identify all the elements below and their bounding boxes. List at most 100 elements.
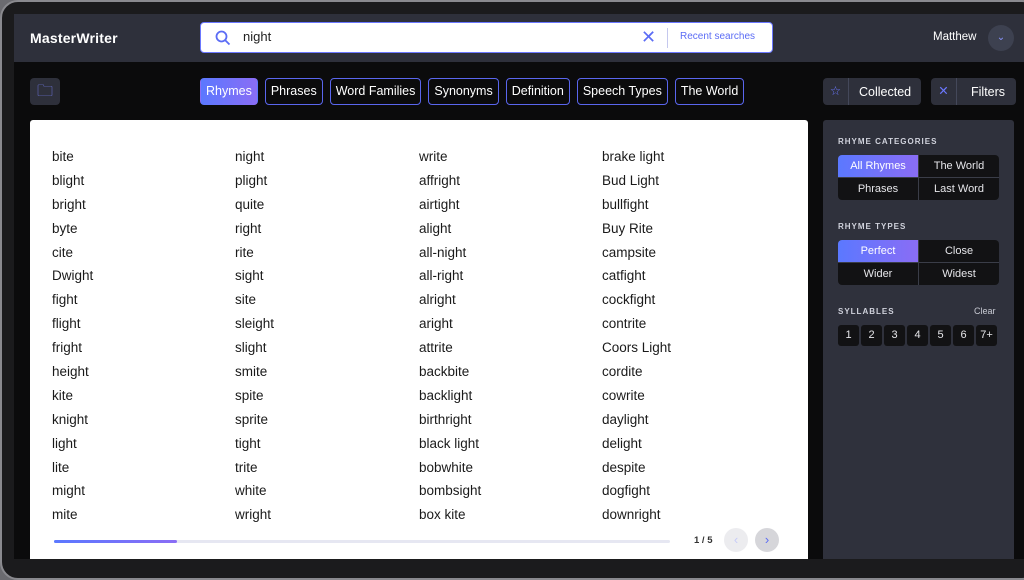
rhyme-word[interactable]: catfight (602, 267, 671, 291)
rhyme-word[interactable]: kite (52, 387, 93, 411)
clear-search-icon[interactable]: ✕ (641, 27, 656, 48)
rhyme-word[interactable]: delight (602, 435, 671, 459)
rhyme-word[interactable]: dogfight (602, 482, 671, 506)
next-page-button[interactable]: › (755, 528, 779, 552)
rhyme-word[interactable]: bite (52, 148, 93, 172)
rhyme-word[interactable]: quite (235, 196, 274, 220)
rhyme-word[interactable]: cockfight (602, 291, 671, 315)
rhyme-word[interactable]: contrite (602, 315, 671, 339)
rhyme-word[interactable]: backbite (419, 363, 481, 387)
chevron-down-icon[interactable]: ⌄ (988, 25, 1014, 51)
filters-button[interactable]: ✕ Filters (931, 78, 1017, 105)
syllable-5[interactable]: 5 (930, 325, 951, 346)
rhyme-word[interactable]: Buy Rite (602, 220, 671, 244)
rhyme-word[interactable]: Bud Light (602, 172, 671, 196)
rhyme-word[interactable]: bobwhite (419, 459, 481, 483)
rhyme-word[interactable]: box kite (419, 506, 481, 530)
rhyme-word[interactable]: downright (602, 506, 671, 530)
rhyme-word[interactable]: bullfight (602, 196, 671, 220)
rhyme-word[interactable]: tight (235, 435, 274, 459)
rhyme-word[interactable]: height (52, 363, 93, 387)
syllable-3[interactable]: 3 (884, 325, 905, 346)
rhyme-word[interactable]: night (235, 148, 274, 172)
rhyme-word[interactable]: birthright (419, 411, 481, 435)
tab-the-world[interactable]: The World (674, 78, 745, 105)
option-perfect[interactable]: Perfect (838, 240, 918, 262)
recent-searches-link[interactable]: Recent searches (680, 31, 755, 42)
rhyme-word[interactable]: blight (52, 172, 93, 196)
rhyme-word[interactable]: despite (602, 459, 671, 483)
rhyme-word[interactable]: sight (235, 267, 274, 291)
rhyme-word[interactable]: daylight (602, 411, 671, 435)
rhyme-word[interactable]: lite (52, 459, 93, 483)
rhyme-word[interactable]: light (52, 435, 93, 459)
option-the-world[interactable]: The World (919, 155, 999, 177)
rhyme-word[interactable]: slight (235, 339, 274, 363)
syllable-1[interactable]: 1 (838, 325, 859, 346)
rhyme-word[interactable]: smite (235, 363, 274, 387)
option-last-word[interactable]: Last Word (919, 178, 999, 200)
rhyme-word[interactable]: byte (52, 220, 93, 244)
user-name[interactable]: Matthew (933, 31, 976, 43)
rhyme-word[interactable]: aright (419, 315, 481, 339)
rhyme-word[interactable]: knight (52, 411, 93, 435)
rhyme-word[interactable]: cowrite (602, 387, 671, 411)
rhyme-word[interactable]: plight (235, 172, 274, 196)
syllable-6[interactable]: 6 (953, 325, 974, 346)
rhyme-word[interactable]: airtight (419, 196, 481, 220)
option-wider[interactable]: Wider (838, 263, 918, 285)
rhyme-word[interactable]: brake light (602, 148, 671, 172)
rhyme-word[interactable]: fright (52, 339, 93, 363)
rhyme-word[interactable]: spite (235, 387, 274, 411)
rhyme-word[interactable]: write (419, 148, 481, 172)
folder-button[interactable]: 🗀 (30, 78, 60, 105)
search-input[interactable] (243, 29, 623, 44)
syllable-4[interactable]: 4 (907, 325, 928, 346)
rhyme-word[interactable]: bright (52, 196, 93, 220)
rhyme-word[interactable]: cordite (602, 363, 671, 387)
tab-phrases[interactable]: Phrases (264, 78, 323, 105)
syllables-clear-button[interactable]: Clear (974, 306, 996, 316)
tab-word-families[interactable]: Word Families (329, 78, 422, 105)
rhyme-word[interactable]: alright (419, 291, 481, 315)
syllable-7+[interactable]: 7+ (976, 325, 997, 346)
rhyme-word[interactable]: fight (52, 291, 93, 315)
rhyme-word[interactable]: bombsight (419, 482, 481, 506)
rhyme-word[interactable]: backlight (419, 387, 481, 411)
rhyme-word[interactable]: alight (419, 220, 481, 244)
rhyme-word[interactable]: mite (52, 506, 93, 530)
collected-button[interactable]: ☆ Collected (823, 78, 922, 105)
divider (667, 28, 668, 48)
rhyme-word[interactable]: might (52, 482, 93, 506)
rhyme-word[interactable]: trite (235, 459, 274, 483)
rhyme-word[interactable]: attrite (419, 339, 481, 363)
rhyme-word[interactable]: affright (419, 172, 481, 196)
results-column: write affright airtight alight all-night all-… (419, 148, 481, 530)
rhyme-types: Perfect Close Wider Widest (838, 240, 999, 285)
tab-definition[interactable]: Definition (505, 78, 570, 105)
option-all-rhymes[interactable]: All Rhymes (838, 155, 918, 177)
tab-speech-types[interactable]: Speech Types (576, 78, 668, 105)
rhyme-word[interactable]: black light (419, 435, 481, 459)
option-widest[interactable]: Widest (919, 263, 999, 285)
rhyme-word[interactable]: flight (52, 315, 93, 339)
rhyme-word[interactable]: all-night (419, 244, 481, 268)
rhyme-word[interactable]: sleight (235, 315, 274, 339)
rhyme-word[interactable]: sprite (235, 411, 274, 435)
rhyme-word[interactable]: site (235, 291, 274, 315)
rhyme-word[interactable]: Coors Light (602, 339, 671, 363)
option-phrases[interactable]: Phrases (838, 178, 918, 200)
rhyme-word[interactable]: right (235, 220, 274, 244)
rhyme-word[interactable]: rite (235, 244, 274, 268)
rhyme-word[interactable]: white (235, 482, 274, 506)
option-close[interactable]: Close (919, 240, 999, 262)
tab-synonyms[interactable]: Synonyms (428, 78, 499, 105)
rhyme-word[interactable]: Dwight (52, 267, 93, 291)
syllable-2[interactable]: 2 (861, 325, 882, 346)
prev-page-button[interactable]: ‹ (724, 528, 748, 552)
rhyme-word[interactable]: all-right (419, 267, 481, 291)
rhyme-word[interactable]: campsite (602, 244, 671, 268)
tab-rhymes[interactable]: Rhymes (200, 78, 258, 105)
rhyme-word[interactable]: cite (52, 244, 93, 268)
rhyme-word[interactable]: wright (235, 506, 274, 530)
